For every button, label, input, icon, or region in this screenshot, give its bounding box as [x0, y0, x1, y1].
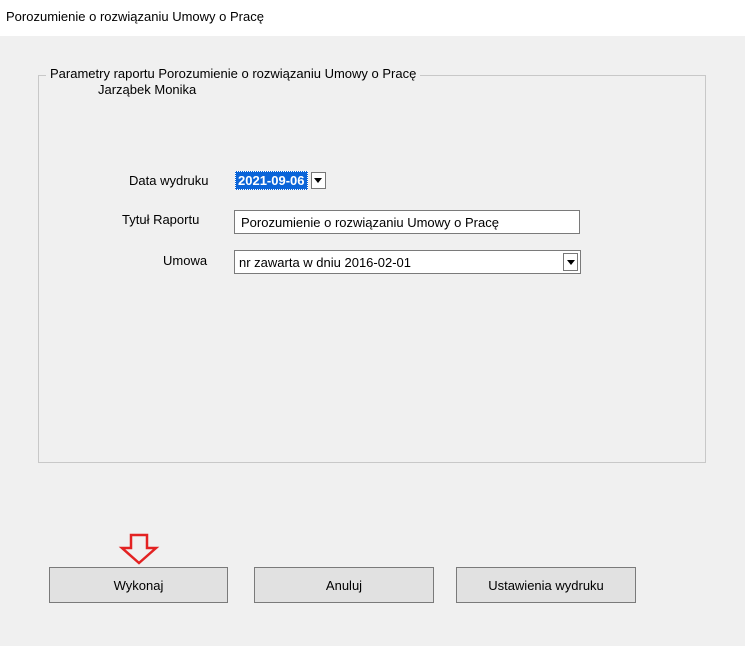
- date-picker[interactable]: 2021-09-06: [234, 170, 342, 191]
- date-label: Data wydruku: [129, 173, 209, 188]
- chevron-down-icon: [566, 259, 575, 265]
- report-title-label: Tytuł Raportu: [122, 212, 200, 227]
- contract-select[interactable]: nr zawarta w dniu 2016-02-01: [234, 250, 581, 274]
- down-arrow-icon: [118, 533, 160, 565]
- group-legend-title: Parametry raportu Porozumienie o rozwiąz…: [50, 66, 417, 81]
- contract-value: nr zawarta w dniu 2016-02-01: [239, 255, 411, 270]
- print-settings-button[interactable]: Ustawienia wydruku: [456, 567, 636, 603]
- date-dropdown-button[interactable]: [310, 172, 326, 189]
- group-legend: Parametry raportu Porozumienie o rozwiąz…: [46, 66, 421, 98]
- report-title-input[interactable]: Porozumienie o rozwiązaniu Umowy o Pracę: [234, 210, 580, 234]
- cancel-button[interactable]: Anuluj: [254, 567, 434, 603]
- window-title: Porozumienie o rozwiązaniu Umowy o Pracę: [6, 9, 264, 24]
- title-bar: Porozumienie o rozwiązaniu Umowy o Pracę: [0, 0, 745, 36]
- group-legend-employee: Jarząbek Monika: [98, 82, 197, 97]
- execute-button[interactable]: Wykonaj: [49, 567, 228, 603]
- contract-dropdown-button[interactable]: [563, 253, 578, 271]
- chevron-down-icon: [314, 178, 322, 183]
- contract-label: Umowa: [163, 253, 208, 268]
- date-value[interactable]: 2021-09-06: [235, 171, 308, 190]
